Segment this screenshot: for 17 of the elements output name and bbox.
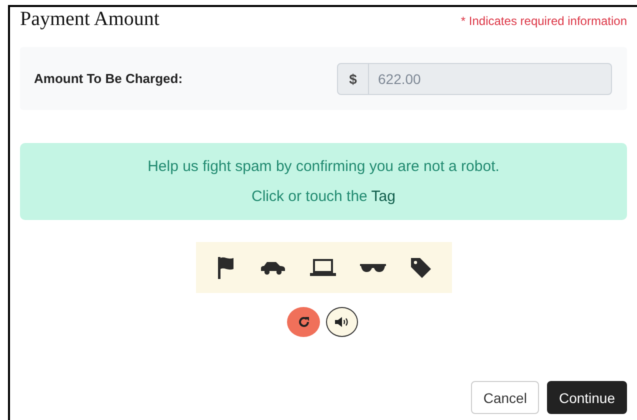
refresh-icon xyxy=(298,316,310,328)
laptop-icon[interactable] xyxy=(310,258,336,276)
captcha-message: Help us fight spam by confirming you are not a robot. xyxy=(148,158,500,175)
page-title: Payment Amount xyxy=(20,8,160,31)
car-icon[interactable] xyxy=(260,260,286,274)
tag-icon[interactable] xyxy=(410,256,432,278)
amount-label: Amount To Be Charged: xyxy=(34,71,183,86)
required-note: * Indicates required information xyxy=(460,14,627,28)
audio-button[interactable] xyxy=(326,307,358,337)
captcha-instruction: Click or touch the Tag xyxy=(252,188,396,206)
continue-button[interactable]: Continue xyxy=(546,381,627,414)
currency-prefix: $ xyxy=(337,62,369,94)
cancel-button[interactable]: Cancel xyxy=(471,381,539,414)
speaker-icon xyxy=(335,317,349,327)
flag-icon[interactable] xyxy=(216,256,236,280)
sunglasses-icon[interactable] xyxy=(360,262,386,272)
refresh-button[interactable] xyxy=(287,307,320,337)
